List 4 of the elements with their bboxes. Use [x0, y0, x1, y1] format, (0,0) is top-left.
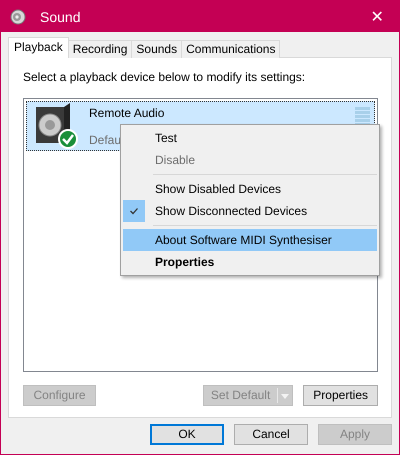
device-name: Remote Audio: [89, 106, 164, 120]
instruction-text: Select a playback device below to modify its settings:: [23, 70, 306, 86]
device-status: Defau: [89, 132, 122, 146]
window-title: Sound: [40, 8, 82, 24]
